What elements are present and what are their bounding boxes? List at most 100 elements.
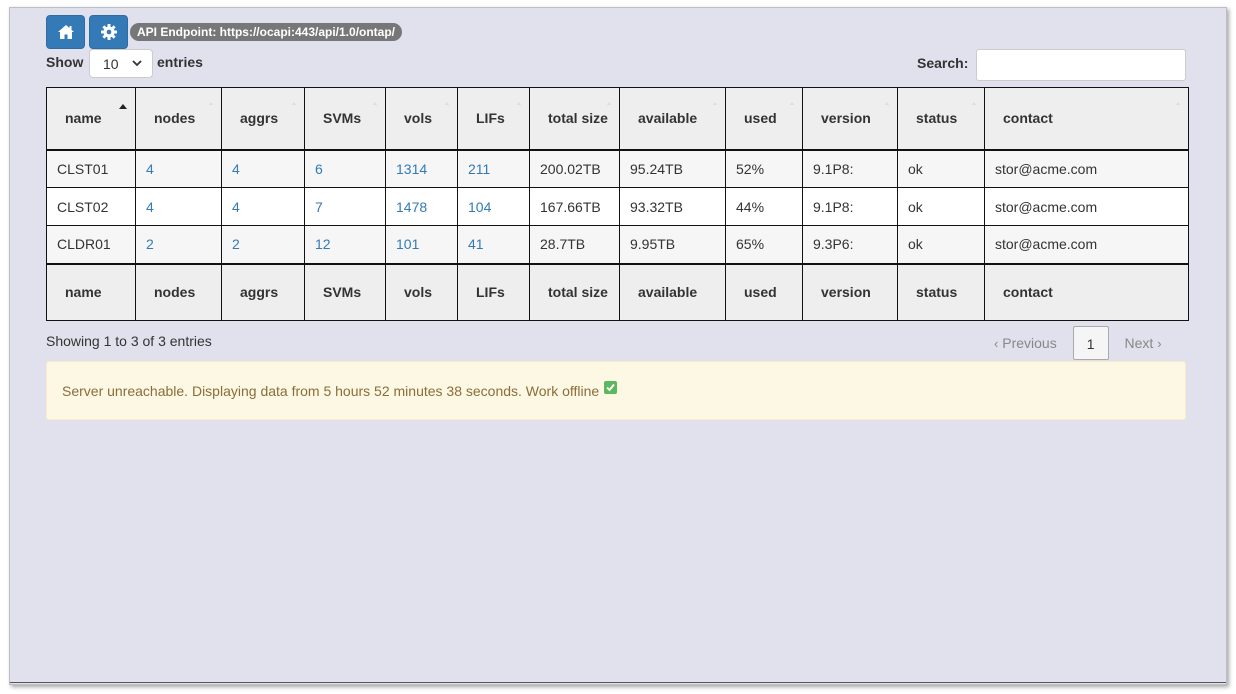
- column-header-label: LIFs: [476, 110, 505, 127]
- lifs-link[interactable]: 41: [468, 236, 484, 252]
- footer-header-version: version: [802, 262, 898, 321]
- column-header-version[interactable]: version: [802, 87, 898, 151]
- settings-button[interactable]: [89, 15, 128, 49]
- column-header-label: nodes: [154, 110, 196, 127]
- cell-available: 93.32TB: [619, 187, 726, 226]
- footer-header-nodes: nodes: [135, 262, 222, 321]
- footer-header-vols: vols: [385, 262, 458, 321]
- aggrs-link[interactable]: 4: [232, 199, 240, 215]
- sort-icon: [1176, 102, 1180, 105]
- nodes-link[interactable]: 4: [146, 161, 154, 177]
- column-header-label: total size: [548, 110, 608, 127]
- footer-header-used: used: [725, 262, 803, 321]
- footer-header-lifs: LIFs: [457, 262, 530, 321]
- footer-header-available: available: [619, 262, 726, 321]
- column-header-label: SVMs: [323, 110, 362, 127]
- column-header-lifs[interactable]: LIFs: [457, 87, 530, 151]
- home-button[interactable]: [46, 15, 85, 49]
- vols-link[interactable]: 1314: [396, 161, 427, 177]
- column-header-used[interactable]: used: [725, 87, 803, 151]
- next-button[interactable]: Next ›: [1113, 326, 1174, 360]
- column-header-total-size[interactable]: total size: [529, 87, 620, 151]
- cell-used: 52%: [725, 149, 803, 188]
- cell-name: CLDR01: [46, 225, 136, 264]
- sort-icon: [517, 102, 521, 105]
- cell-contact: stor@acme.com: [984, 187, 1189, 226]
- app-window: API Endpoint: https://ocapi:443/api/1.0/…: [9, 7, 1227, 685]
- cell-svms: 7: [304, 187, 386, 226]
- page-button-1[interactable]: 1: [1072, 326, 1109, 360]
- vols-link[interactable]: 101: [396, 236, 419, 252]
- footer-header-name: name: [46, 262, 136, 321]
- footer-header-total-size: total size: [529, 262, 620, 321]
- nodes-link[interactable]: 2: [146, 236, 154, 252]
- footer-header-svms: SVMs: [304, 262, 386, 321]
- entries-label: entries: [157, 54, 203, 70]
- previous-label: Previous: [1002, 335, 1057, 351]
- aggrs-link[interactable]: 2: [232, 236, 240, 252]
- chevron-left-icon: ‹: [994, 336, 999, 351]
- gear-icon: [100, 24, 117, 40]
- alert-message: Server unreachable. Displaying data from…: [62, 382, 600, 399]
- cell-contact: stor@acme.com: [984, 149, 1189, 188]
- chevron-right-icon: ›: [1157, 336, 1162, 351]
- page-length-value: 10: [103, 55, 119, 72]
- cell-available: 9.95TB: [619, 225, 726, 264]
- previous-button[interactable]: ‹ Previous: [982, 326, 1069, 360]
- cell-total-size: 167.66TB: [529, 187, 620, 226]
- sort-icon: [972, 102, 976, 105]
- cell-available: 95.24TB: [619, 149, 726, 188]
- cell-name: CLST02: [46, 187, 136, 226]
- lifs-link[interactable]: 211: [468, 161, 490, 177]
- table-footer-row: name nodes aggrs SVMs vols LIFs total si…: [46, 262, 1189, 321]
- cell-contact: stor@acme.com: [984, 225, 1189, 264]
- cell-vols: 1478: [385, 187, 458, 226]
- aggrs-link[interactable]: 4: [232, 161, 240, 177]
- cell-version: 9.3P6:: [802, 225, 898, 264]
- column-header-contact[interactable]: contact: [984, 87, 1189, 151]
- table-header-row: name nodes aggrs SVMs vols LIFs total si…: [46, 87, 1189, 151]
- cell-svms: 6: [304, 149, 386, 188]
- vols-link[interactable]: 1478: [396, 199, 427, 215]
- column-header-svms[interactable]: SVMs: [304, 87, 386, 151]
- cell-total-size: 28.7TB: [529, 225, 620, 264]
- clusters-table: name nodes aggrs SVMs vols LIFs total si…: [46, 87, 1189, 321]
- sort-icon: [209, 102, 213, 105]
- footer-header-contact: contact: [984, 262, 1189, 321]
- offline-alert: Server unreachable. Displaying data from…: [46, 361, 1186, 420]
- cell-lifs: 104: [457, 187, 530, 226]
- search-input[interactable]: [976, 49, 1186, 81]
- show-label: Show: [46, 54, 84, 70]
- column-header-status[interactable]: status: [897, 87, 985, 151]
- column-header-nodes[interactable]: nodes: [135, 87, 222, 151]
- svms-link[interactable]: 7: [315, 199, 323, 215]
- nodes-link[interactable]: 4: [146, 199, 154, 215]
- cell-nodes: 4: [135, 149, 222, 188]
- svms-link[interactable]: 12: [315, 236, 331, 252]
- column-header-vols[interactable]: vols: [385, 87, 458, 151]
- page-length-select[interactable]: 10: [89, 49, 153, 78]
- cell-nodes: 2: [135, 225, 222, 264]
- column-header-aggrs[interactable]: aggrs: [221, 87, 305, 151]
- api-endpoint-badge: API Endpoint: https://ocapi:443/api/1.0/…: [130, 23, 403, 41]
- column-header-label: used: [744, 110, 777, 127]
- cell-aggrs: 4: [221, 187, 305, 226]
- lifs-link[interactable]: 104: [468, 199, 491, 215]
- column-header-available[interactable]: available: [619, 87, 726, 151]
- footer-header-aggrs: aggrs: [221, 262, 305, 321]
- table-row: CLST02 4 4 7 1478 104 167.66TB 93.32TB 4…: [46, 187, 1189, 226]
- table-row: CLDR01 2 2 12 101 41 28.7TB 9.95TB 65% 9…: [46, 225, 1189, 264]
- sort-icon: [790, 102, 794, 105]
- cell-vols: 101: [385, 225, 458, 264]
- cell-total-size: 200.02TB: [529, 149, 620, 188]
- column-header-label: name: [65, 110, 102, 127]
- cell-nodes: 4: [135, 187, 222, 226]
- column-header-name[interactable]: name: [46, 87, 136, 151]
- svms-link[interactable]: 6: [315, 161, 323, 177]
- cell-used: 65%: [725, 225, 803, 264]
- divider: [10, 682, 1226, 683]
- work-offline-checkbox[interactable]: [604, 381, 618, 394]
- cell-name: CLST01: [46, 149, 136, 188]
- cell-version: 9.1P8:: [802, 149, 898, 188]
- column-header-label: vols: [404, 110, 433, 127]
